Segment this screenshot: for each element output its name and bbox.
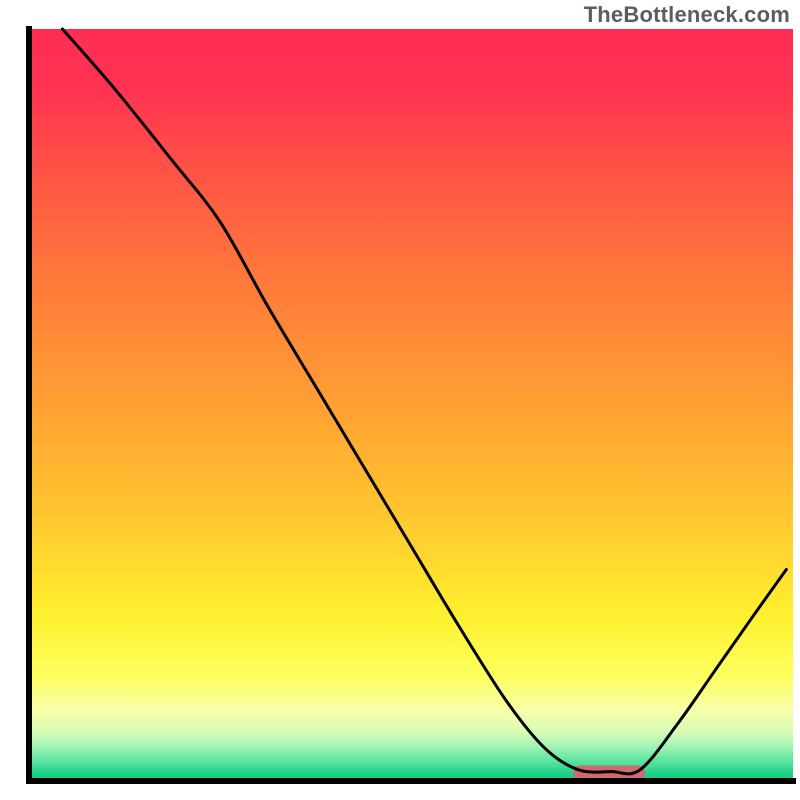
plot-background [29, 29, 793, 781]
chart-container: TheBottleneck.com [0, 0, 800, 800]
bottleneck-chart [0, 0, 800, 800]
